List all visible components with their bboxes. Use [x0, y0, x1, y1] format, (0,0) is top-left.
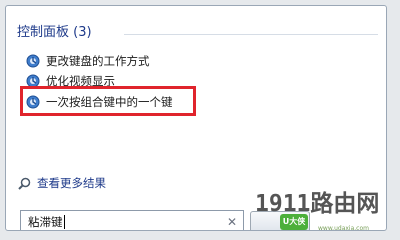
highlight-box [20, 86, 196, 116]
search-input[interactable]: 粘滞键 ✕ [20, 210, 244, 230]
results-group-heading[interactable]: 控制面板 (3) [17, 25, 92, 41]
see-more-results-link[interactable]: 查看更多结果 [18, 174, 106, 192]
control-panel-icon [26, 54, 40, 68]
watermark-badge: U大侠 [280, 214, 308, 230]
result-item-keyboard-settings[interactable]: 更改键盘的工作方式 [26, 52, 150, 70]
search-icon [18, 177, 31, 190]
search-input-value: 粘滞键 [28, 215, 63, 229]
see-more-label: 查看更多结果 [37, 176, 106, 190]
heading-divider [124, 34, 378, 35]
watermark-text: 1911路由网 [255, 191, 380, 217]
text-caret [63, 215, 65, 229]
watermark-url: www.udaxia.com [318, 225, 369, 232]
close-icon[interactable]: ✕ [227, 216, 237, 228]
result-item-label: 更改键盘的工作方式 [46, 54, 150, 68]
